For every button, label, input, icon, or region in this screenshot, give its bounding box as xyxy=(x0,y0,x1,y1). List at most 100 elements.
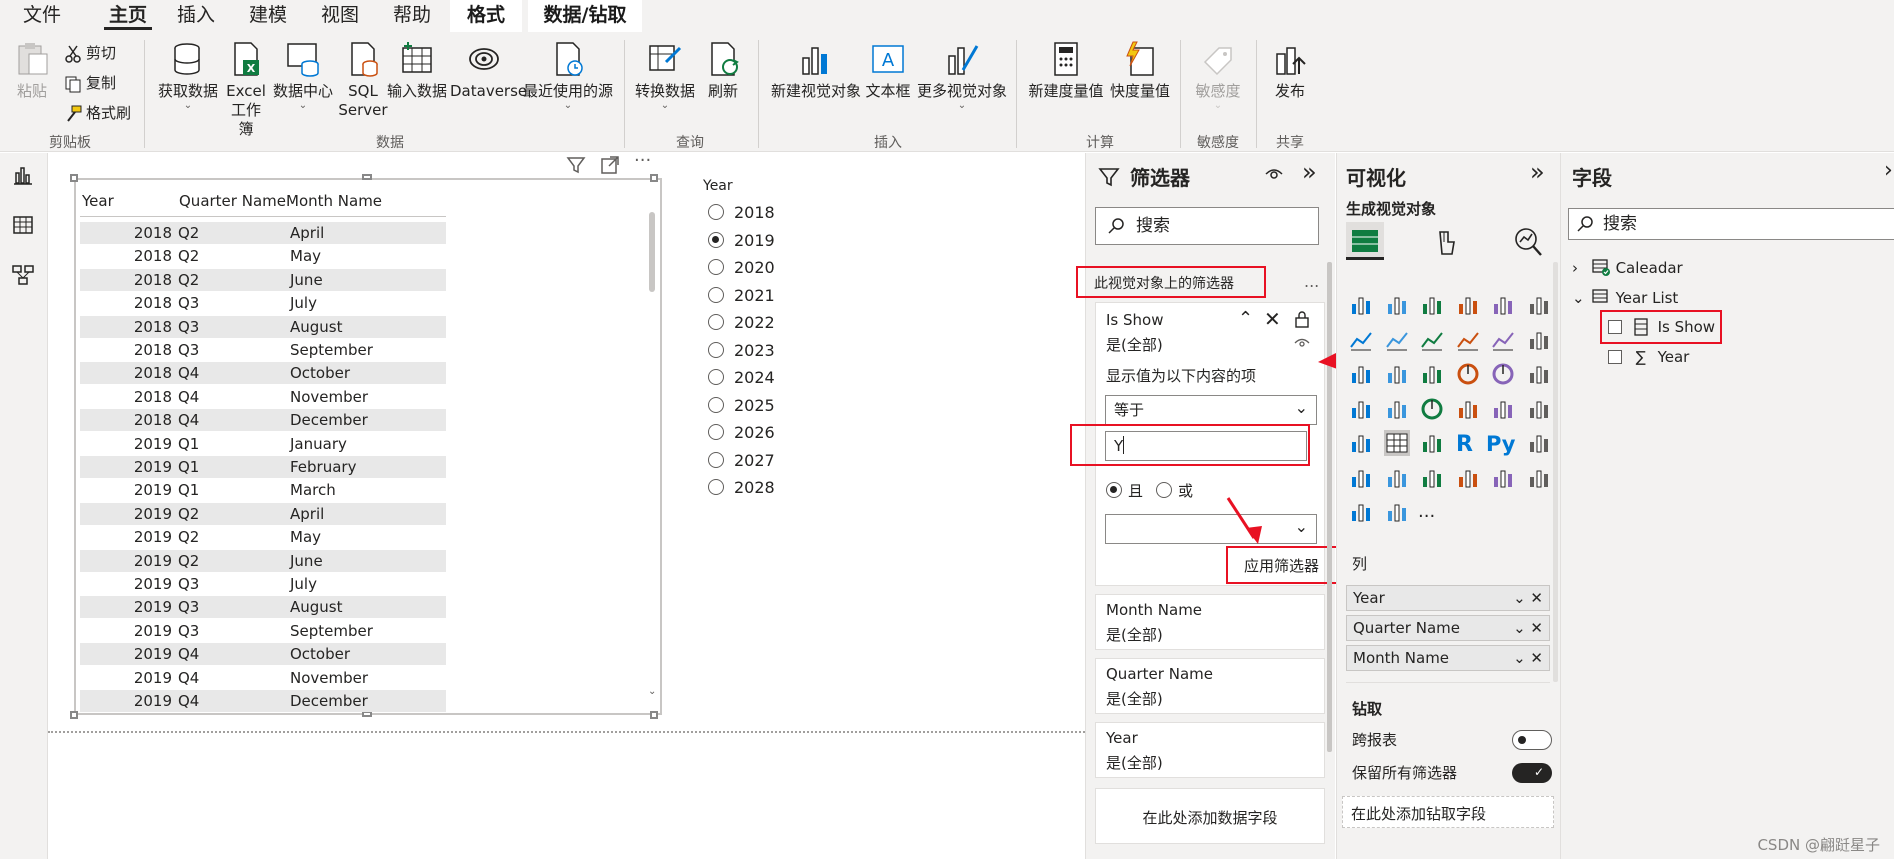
more-visuals-button[interactable]: 更多视觉对象 ⌄ xyxy=(914,40,1010,111)
slicer-option[interactable]: 2020 xyxy=(708,258,775,277)
table-row[interactable]: 2019 Q1 January xyxy=(80,433,446,455)
analytics-icon[interactable] xyxy=(1512,226,1544,258)
ribbon-chart-icon[interactable] xyxy=(1526,327,1552,353)
filled-map-icon[interactable] xyxy=(1384,396,1410,422)
or-option[interactable]: 或 xyxy=(1156,480,1193,501)
resize-handle[interactable] xyxy=(362,174,372,180)
menu-home[interactable]: 主页 xyxy=(98,0,158,32)
collapse-card-icon[interactable]: ⌃ xyxy=(1238,308,1253,329)
dataverse-button[interactable]: Dataverse xyxy=(450,40,527,101)
key-influencers-icon[interactable] xyxy=(1348,465,1374,491)
lock-icon[interactable] xyxy=(1294,310,1310,328)
power-automate-icon[interactable] xyxy=(1348,499,1374,525)
card-icon[interactable] xyxy=(1455,396,1481,422)
enter-data-button[interactable]: 输入数据 xyxy=(386,40,448,101)
stacked-column-icon[interactable] xyxy=(1384,292,1410,318)
slicer-option[interactable]: 2024 xyxy=(708,368,775,387)
table-icon[interactable] xyxy=(1383,430,1410,456)
table-row[interactable]: 2019 Q3 July xyxy=(80,573,446,595)
arcgis-icon[interactable] xyxy=(1384,499,1410,525)
table-row[interactable]: 2019 Q2 May xyxy=(80,526,446,548)
filter-icon[interactable] xyxy=(566,155,586,175)
and-option[interactable]: 且 xyxy=(1106,480,1143,501)
format-painter-button[interactable]: 格式刷 xyxy=(64,102,131,123)
recent-sources-button[interactable]: 最近使用的源 ⌄ xyxy=(520,40,616,111)
remove-field-icon[interactable]: ⌄ ✕ xyxy=(1513,616,1543,640)
menu-insert[interactable]: 插入 xyxy=(166,0,226,32)
menu-modeling[interactable]: 建模 xyxy=(238,0,298,32)
collapse-filters-icon[interactable]: » xyxy=(1302,158,1317,186)
slicer-option[interactable]: 2028 xyxy=(708,478,775,497)
table-row[interactable]: 2019 Q2 April xyxy=(80,502,446,525)
column-header-quarter[interactable]: Quarter Name xyxy=(179,192,286,210)
format-visual-icon[interactable] xyxy=(1432,228,1462,258)
gauge-icon[interactable] xyxy=(1419,396,1445,422)
cross-report-toggle[interactable] xyxy=(1512,730,1552,750)
focus-mode-icon[interactable] xyxy=(600,155,620,175)
slicer-icon[interactable] xyxy=(1348,430,1374,456)
r-visual-icon[interactable]: R xyxy=(1456,432,1473,457)
textbox-button[interactable]: A 文本框 xyxy=(864,40,912,101)
table-row[interactable]: 2019 Q3 September xyxy=(80,620,446,642)
100-bar-icon[interactable] xyxy=(1490,292,1516,318)
table-row[interactable]: 2018 Q4 November xyxy=(80,386,446,408)
collapse-viz-icon[interactable]: » xyxy=(1530,158,1545,186)
viz-scrollbar[interactable] xyxy=(1553,262,1558,682)
table-row[interactable]: 2019 Q4 December xyxy=(80,690,446,712)
filter-card-year[interactable]: Year 是(全部) xyxy=(1095,722,1325,778)
line-column-icon[interactable] xyxy=(1455,327,1481,353)
multi-row-card-icon[interactable] xyxy=(1490,396,1516,422)
map-icon[interactable] xyxy=(1348,396,1374,422)
quick-measure-button[interactable]: 快度量值 xyxy=(1108,40,1172,101)
slicer-option[interactable]: 2025 xyxy=(708,396,775,415)
python-visual-icon[interactable]: Py xyxy=(1486,432,1515,456)
table-row[interactable]: 2019 Q3 August xyxy=(80,596,446,619)
treemap-icon[interactable] xyxy=(1526,361,1552,387)
publish-button[interactable]: 发布 xyxy=(1264,40,1316,101)
scatter-icon[interactable] xyxy=(1419,361,1445,387)
transform-data-button[interactable]: 转换数据 ⌄ xyxy=(632,40,698,111)
filters-search-input[interactable]: 搜索 xyxy=(1095,207,1319,245)
collapse-fields-icon[interactable]: › xyxy=(1884,158,1893,183)
eye-icon[interactable] xyxy=(1294,336,1310,350)
data-hub-button[interactable]: 数据中心 ⌄ xyxy=(270,40,336,111)
clustered-column-icon[interactable] xyxy=(1455,292,1481,318)
table-row[interactable]: 2018 Q2 April xyxy=(80,222,446,244)
area-chart-icon[interactable] xyxy=(1384,327,1410,353)
slicer-option[interactable]: 2019 xyxy=(708,231,775,250)
table-row[interactable]: 2019 Q4 November xyxy=(80,667,446,689)
filter-operator-dropdown[interactable]: 等于 ⌄ xyxy=(1105,395,1317,425)
new-measure-button[interactable]: 新建度量值 xyxy=(1026,40,1106,101)
filter-card-month-name[interactable]: Month Name 是(全部) xyxy=(1095,594,1325,650)
cut-button[interactable]: 剪切 xyxy=(64,42,116,63)
qa-icon[interactable] xyxy=(1384,465,1410,491)
get-data-button[interactable]: 获取数据 ⌄ xyxy=(154,40,222,111)
field-table-year-list[interactable]: ⌄ Year List xyxy=(1572,287,1678,307)
waterfall-icon[interactable] xyxy=(1348,361,1374,387)
remove-field-icon[interactable]: ⌄ ✕ xyxy=(1513,586,1543,610)
pie-chart-icon[interactable] xyxy=(1455,361,1481,387)
kpi-icon[interactable] xyxy=(1526,396,1552,422)
slicer-option[interactable]: 2026 xyxy=(708,423,775,442)
table-row[interactable]: 2019 Q1 March xyxy=(80,479,446,501)
table-row[interactable]: 2019 Q1 February xyxy=(80,456,446,478)
clear-filter-icon[interactable]: ✕ xyxy=(1264,307,1281,331)
menu-data-drill[interactable]: 数据/钻取 xyxy=(528,0,642,32)
column-well-item[interactable]: Year ⌄ ✕ xyxy=(1346,585,1550,611)
copy-button[interactable]: 复制 xyxy=(64,72,116,93)
add-drill-field-well[interactable]: 在此处添加钻取字段 xyxy=(1342,796,1554,828)
resize-handle[interactable] xyxy=(70,174,78,182)
field-checkbox[interactable] xyxy=(1608,350,1622,364)
stacked-area-icon[interactable] xyxy=(1419,327,1445,353)
new-visual-button[interactable]: 新建视觉对象 xyxy=(768,40,864,101)
data-view-icon[interactable] xyxy=(11,213,35,237)
excel-workbook-button[interactable]: X Excel 工作簿 xyxy=(224,40,268,139)
menu-file[interactable]: 文件 xyxy=(12,0,72,32)
filters-scrollbar[interactable] xyxy=(1327,262,1332,752)
stacked-bar-icon[interactable] xyxy=(1348,292,1374,318)
field-table-caleadar[interactable]: › Caleadar xyxy=(1572,257,1683,277)
remove-field-icon[interactable]: ⌄ ✕ xyxy=(1513,646,1543,670)
table-row[interactable]: 2018 Q3 August xyxy=(80,315,446,338)
eye-icon[interactable] xyxy=(1264,164,1284,184)
filter-card-quarter-name[interactable]: Quarter Name 是(全部) xyxy=(1095,658,1325,714)
